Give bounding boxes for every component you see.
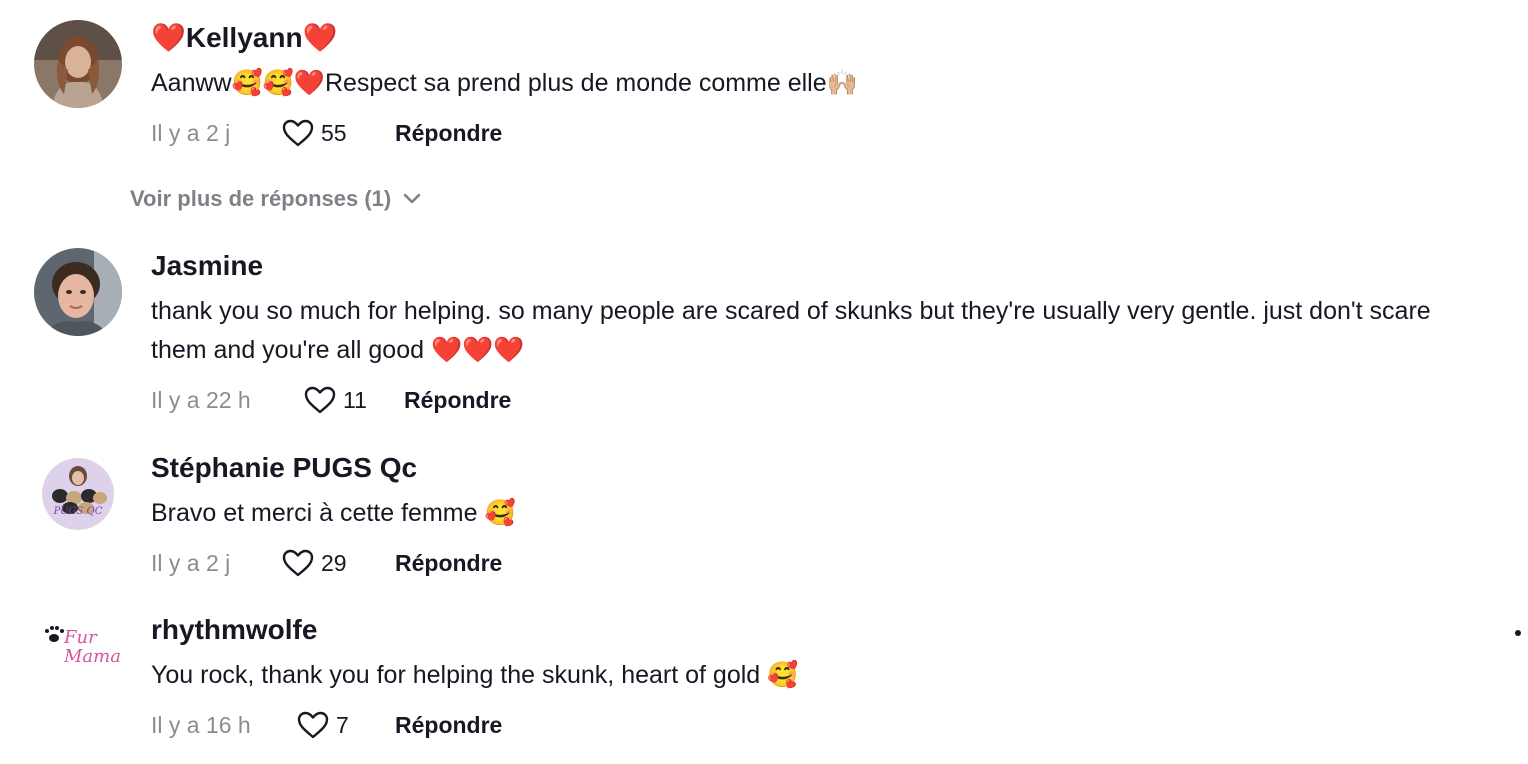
comment-text: thank you so much for helping. so many p… (151, 297, 1431, 364)
comment-username[interactable]: ❤️Kellyann❤️ (151, 20, 1488, 56)
avatar-jasmine[interactable] (34, 248, 122, 336)
comment-time: Il y a 2 j (151, 549, 231, 576)
avatar-logo-text: PUGS QC (53, 506, 103, 517)
comment-username[interactable]: rhythmwolfe (151, 612, 1488, 648)
comment-time: Il y a 22 h (151, 386, 251, 413)
chevron-down-icon (403, 193, 421, 204)
comment-meta: Il y a 2 j 29 Répondre (151, 545, 1488, 581)
comment-meta: Il y a 16 h 7 Répondre (151, 707, 1488, 743)
comment-body: Jasmine thank you so much for helping. s… (151, 248, 1488, 418)
comment-username[interactable]: Stéphanie PUGS Qc (151, 450, 1488, 486)
comment-body: ❤️Kellyann❤️ Aanww🥰🥰❤️Respect sa prend p… (151, 20, 1488, 151)
view-more-replies-button[interactable]: Voir plus de réponses (1) (130, 186, 421, 212)
avatar-rhythmwolfe[interactable]: Fur Mama (34, 612, 122, 700)
comment-meta: Il y a 22 h 11 Répondre (151, 382, 1488, 418)
avatar-kellyann[interactable] (34, 20, 122, 108)
like-count: 29 (321, 549, 347, 576)
like-count: 11 (343, 386, 367, 413)
like-button[interactable]: 7 (296, 710, 395, 740)
comment-username[interactable]: Jasmine (151, 248, 1488, 284)
like-button[interactable]: 29 (281, 548, 395, 578)
comment-text: Bravo et merci à cette femme 🥰 (151, 499, 516, 527)
reply-button[interactable]: Répondre (395, 120, 502, 147)
reply-button[interactable]: Répondre (395, 712, 502, 739)
comment-body: Stéphanie PUGS Qc Bravo et merci à cette… (151, 450, 1488, 581)
like-count: 7 (336, 711, 349, 738)
comment-meta: Il y a 2 j 55 Répondre (151, 115, 1488, 151)
comment-time: Il y a 16 h (151, 711, 251, 738)
comment-text: You rock, thank you for helping the skun… (151, 661, 799, 689)
like-count: 55 (321, 119, 347, 146)
reply-button[interactable]: Répondre (404, 387, 511, 414)
heart-outline-icon (297, 711, 329, 739)
like-button[interactable]: 55 (281, 118, 395, 148)
avatar-logo-text: Fur Mama (64, 627, 121, 667)
comment-time: Il y a 2 j (151, 119, 231, 146)
heart-outline-icon (282, 549, 314, 577)
more-options-dot[interactable] (1515, 630, 1521, 636)
reply-button[interactable]: Répondre (395, 550, 502, 577)
heart-outline-icon (282, 119, 314, 147)
comment-body: rhythmwolfe You rock, thank you for help… (151, 612, 1488, 743)
avatar-stephanie-pugs-qc[interactable]: PUGS QC (34, 450, 122, 538)
like-button[interactable]: 11 (303, 385, 404, 415)
comment-text: Aanww🥰🥰❤️Respect sa prend plus de monde … (151, 69, 858, 97)
heart-outline-icon (304, 386, 336, 414)
view-more-replies-label: Voir plus de réponses (1) (130, 186, 392, 211)
